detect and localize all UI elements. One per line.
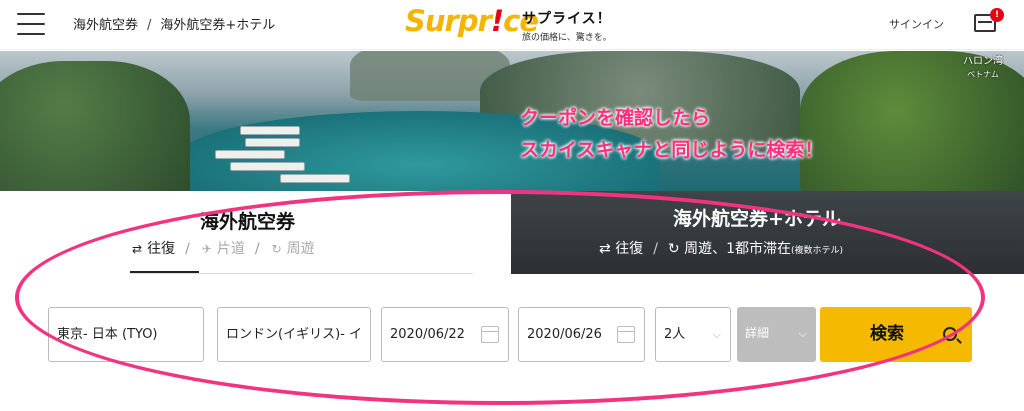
tab-divider — [130, 273, 473, 274]
flight-search-panel: 海外航空券 ⇄ 往復 / ✈ 片道 / ↻ 周遊 — [0, 191, 511, 276]
boats-illustration — [200, 126, 350, 186]
tagline-subtitle: 旅の価格に、驚きを。 — [522, 33, 612, 43]
flight-panel-title: 海外航空券 — [200, 211, 296, 233]
tab-one-way[interactable]: ✈ 片道 — [202, 238, 245, 258]
trip-type-tabs: ⇄ 往復 / ✈ 片道 / ↻ 周遊 — [132, 238, 325, 258]
annotation-line-1: クーポンを確認したら — [520, 107, 711, 129]
chevron-down-icon: ⌵ — [798, 327, 807, 340]
calendar-icon — [481, 326, 499, 343]
tab-multi-city[interactable]: ↻ 周遊 — [272, 238, 315, 258]
surprice-logo[interactable]: Surpr!ce — [405, 4, 539, 38]
annotation-note: クーポンを確認したら スカイスキャナと同じように検索！ — [520, 102, 823, 166]
signin-link[interactable]: サインイン — [889, 16, 944, 32]
depart-date-field[interactable]: 2020/06/22 — [381, 307, 509, 362]
calendar-icon — [617, 326, 635, 343]
round-trip-icon: ⇄ — [599, 241, 616, 257]
multi-city-icon: ↻ — [667, 241, 685, 257]
location-name: ハロン湾 — [963, 56, 1003, 67]
header: 海外航空券 / 海外航空券+ホテル Surpr!ce サプライス！ 旅の価格に、驚き… — [0, 0, 1024, 50]
tagline: サプライス！ 旅の価格に、驚きを。 — [522, 8, 612, 43]
nav-flights-link[interactable]: 海外航空券 — [73, 18, 138, 33]
flight-hotel-tabs: ⇄ 往復 / ↻ 周遊、1都市滞在(複数ホテル) — [599, 241, 844, 257]
return-date-field[interactable]: 2020/06/26 — [518, 307, 645, 362]
details-dropdown[interactable]: 詳細 ⌵ — [737, 307, 816, 362]
location-country: ベトナム — [967, 70, 999, 79]
nav-flight-hotel-link[interactable]: 海外航空券+ホテル — [160, 18, 275, 33]
multi-city-icon: ↻ — [271, 242, 282, 256]
search-button[interactable]: 検索 — [820, 307, 972, 362]
origin-field[interactable]: 東京- 日本 (TYO) — [48, 307, 204, 362]
round-trip-icon: ⇄ — [132, 242, 143, 256]
tab-hotel-round-trip[interactable]: ⇄ 往復 — [599, 241, 643, 257]
hero-image: ハロン湾 ベトナム クーポンを確認したら スカイスキャナと同じように検索！ — [0, 51, 1024, 191]
menu-icon[interactable] — [17, 13, 45, 35]
tagline-title: サプライス！ — [522, 11, 612, 27]
page: 海外航空券 / 海外航空券+ホテル Surpr!ce サプライス！ 旅の価格に、驚き… — [0, 0, 1024, 411]
annotation-line-2: スカイスキャナと同じように検索！ — [520, 139, 824, 161]
tab-hotel-multi-city[interactable]: ↻ 周遊、1都市滞在(複数ホテル) — [668, 241, 843, 257]
one-way-icon: ✈ — [201, 242, 212, 256]
hero-location-caption: ハロン湾 ベトナム — [963, 55, 1003, 81]
breadcrumb: 海外航空券 / 海外航空券+ホテル — [73, 18, 276, 33]
passengers-select[interactable]: 2人 ⌵ — [655, 307, 731, 362]
flight-hotel-panel[interactable]: 海外航空券+ホテル ⇄ 往復 / ↻ 周遊、1都市滞在(複数ホテル) — [511, 191, 1024, 274]
chevron-down-icon: ⌵ — [712, 328, 721, 341]
flight-hotel-title: 海外航空券+ホテル — [673, 208, 841, 230]
notification-badge: ! — [990, 8, 1004, 22]
tab-round-trip[interactable]: ⇄ 往復 — [132, 238, 175, 258]
destination-field[interactable]: ロンドン(イギリス)- イ — [217, 307, 371, 362]
search-icon — [943, 327, 957, 341]
